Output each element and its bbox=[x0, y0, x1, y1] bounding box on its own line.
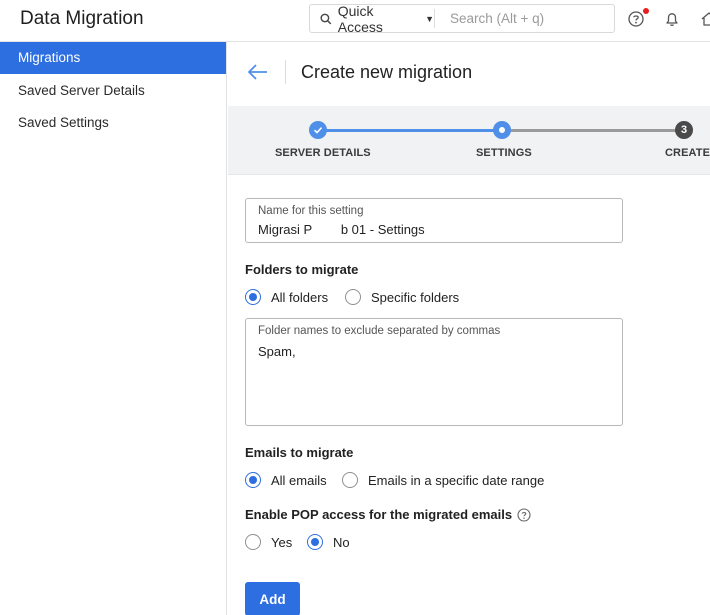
radio-label: Yes bbox=[271, 534, 293, 550]
radio-specific-folders[interactable]: Specific folders bbox=[345, 289, 459, 305]
exclude-folders-label: Folder names to exclude separated by com… bbox=[258, 325, 501, 337]
radio-label: Emails in a specific date range bbox=[368, 472, 545, 488]
setting-name-field[interactable]: Name for this setting Migrasi P b 01 - S… bbox=[245, 198, 623, 243]
step-number: 3 bbox=[675, 121, 693, 139]
folders-section-title: Folders to migrate bbox=[245, 262, 359, 277]
app-title: Data Migration bbox=[20, 8, 144, 29]
radio-checked-icon bbox=[307, 534, 323, 550]
radio-all-emails[interactable]: All emails bbox=[245, 472, 327, 488]
step-label-server-details: SERVER DETAILS bbox=[275, 147, 371, 159]
search-icon bbox=[320, 13, 332, 24]
home-icon[interactable] bbox=[700, 10, 710, 28]
sidebar-item-migrations[interactable]: Migrations bbox=[0, 42, 226, 74]
page-title: Create new migration bbox=[301, 62, 473, 82]
checkmark-icon bbox=[313, 127, 323, 134]
radio-label: All emails bbox=[271, 472, 327, 488]
bell-icon[interactable] bbox=[663, 10, 681, 28]
radio-unchecked-icon bbox=[342, 472, 358, 488]
setting-name-label: Name for this setting bbox=[258, 205, 364, 217]
caret-down-icon: ▼ bbox=[425, 13, 434, 24]
sidebar-item-saved-settings[interactable]: Saved Settings bbox=[0, 107, 226, 139]
step-current-icon bbox=[493, 121, 511, 139]
quick-access-label: Quick Access bbox=[337, 2, 383, 35]
step-label-create: CREATE bbox=[665, 147, 710, 159]
sidebar-item-saved-server-details[interactable]: Saved Server Details bbox=[0, 75, 226, 107]
title-divider bbox=[285, 60, 286, 84]
add-button[interactable]: Add bbox=[245, 582, 300, 615]
exclude-folders-value: Spam, bbox=[258, 344, 296, 359]
setting-name-value: Migrasi P b 01 - Settings bbox=[258, 222, 425, 237]
radio-pop-yes[interactable]: Yes bbox=[245, 534, 292, 550]
global-search: Quick Access ▼ bbox=[309, 2, 615, 35]
step-complete-icon bbox=[309, 121, 327, 139]
radio-date-range[interactable]: Emails in a specific date range bbox=[342, 472, 544, 488]
pop-section-title: Enable POP access for the migrated email… bbox=[245, 507, 531, 522]
radio-checked-icon bbox=[245, 472, 261, 488]
quick-access-dropdown[interactable]: Quick Access ▼ bbox=[310, 2, 434, 35]
step-label-settings: SETTINGS bbox=[476, 147, 532, 159]
back-arrow-icon[interactable] bbox=[247, 62, 269, 82]
radio-all-folders[interactable]: All folders bbox=[245, 289, 328, 305]
sidebar: Migrations Saved Server Details Saved Se… bbox=[0, 42, 227, 615]
pop-title-text: Enable POP access for the migrated email… bbox=[245, 507, 513, 522]
emails-section-title: Emails to migrate bbox=[245, 445, 354, 460]
radio-checked-icon bbox=[245, 289, 261, 305]
search-divider bbox=[434, 9, 435, 28]
radio-unchecked-icon bbox=[345, 289, 361, 305]
progress-stepper: 3 SERVER DETAILS SETTINGS CREATE bbox=[228, 106, 710, 175]
radio-unchecked-icon bbox=[245, 534, 261, 550]
radio-label: No bbox=[333, 534, 350, 550]
step-connector-complete bbox=[318, 129, 502, 132]
help-icon[interactable] bbox=[627, 10, 645, 28]
notification-dot bbox=[643, 8, 649, 14]
step-connector-pending bbox=[502, 129, 684, 132]
radio-label: All folders bbox=[271, 289, 329, 305]
exclude-folders-textarea[interactable]: Folder names to exclude separated by com… bbox=[245, 318, 623, 426]
radio-pop-no[interactable]: No bbox=[307, 534, 350, 550]
search-input[interactable] bbox=[440, 7, 610, 30]
radio-label: Specific folders bbox=[371, 289, 460, 305]
info-help-icon[interactable] bbox=[517, 507, 531, 522]
